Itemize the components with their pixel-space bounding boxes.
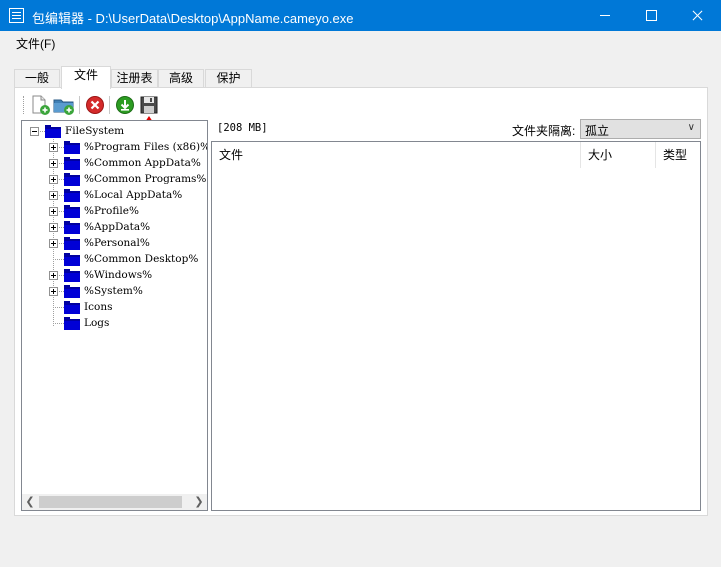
minimize-button[interactable] (582, 0, 628, 31)
folder-icon (64, 301, 80, 314)
tree-label: %AppData% (84, 221, 151, 233)
tree-connector (53, 323, 64, 324)
folder-icon (64, 157, 80, 170)
folder-icon (45, 125, 61, 138)
tree-connector (53, 259, 64, 260)
tree-label: %Local AppData% (84, 189, 183, 201)
collapse-icon[interactable] (30, 127, 39, 136)
tree-item[interactable]: %Common Programs% (22, 171, 207, 187)
folder-icon (64, 269, 80, 282)
isolation-value: 孤立 (585, 124, 610, 138)
menu-bar: 文件(F) (0, 31, 721, 55)
tree-item[interactable]: %Program Files (x86)% (22, 139, 207, 155)
toolbar-separator (79, 96, 80, 114)
expand-icon[interactable] (49, 223, 58, 232)
chevron-down-icon: ∨ (687, 122, 695, 133)
scroll-right-icon[interactable]: ❯ (191, 494, 207, 510)
column-header-size[interactable]: 大小 (581, 142, 656, 168)
tree-item[interactable]: %Local AppData% (22, 187, 207, 203)
column-header-type[interactable]: 类型 (656, 142, 700, 168)
expand-icon[interactable] (49, 271, 58, 280)
horizontal-scrollbar[interactable]: ❮ ❯ (22, 494, 207, 510)
tree-item[interactable]: %System% (22, 283, 207, 299)
file-list[interactable]: 文件 大小 类型 (211, 141, 701, 511)
tab-protection[interactable]: 保护 (205, 69, 252, 88)
tree-label: %Windows% (84, 269, 153, 281)
tree-item[interactable]: %Common AppData% (22, 155, 207, 171)
isolation-select[interactable]: 孤立 ∨ (580, 119, 701, 139)
expand-icon[interactable] (49, 191, 58, 200)
save-icon[interactable] (138, 94, 160, 116)
tree-label: %Common Programs% (84, 173, 207, 185)
add-folder-icon[interactable] (53, 94, 75, 116)
folder-icon (64, 317, 80, 330)
isolation-label: 文件夹隔离: (512, 124, 576, 138)
app-icon (9, 8, 24, 23)
folder-icon (64, 173, 80, 186)
package-size: [208 MB] (217, 122, 268, 134)
folder-icon (64, 205, 80, 218)
expand-icon[interactable] (49, 239, 58, 248)
tab-general[interactable]: 一般 (14, 69, 60, 88)
toolbar-separator (109, 96, 110, 114)
tree-connector (53, 307, 64, 308)
files-tab-page: FileSystem %Program Files (x86)% %Common … (14, 87, 708, 516)
tree-label: Icons (84, 301, 113, 313)
tree-label: %Common Desktop% (84, 253, 199, 265)
tree-label: %System% (84, 285, 143, 297)
tree-item[interactable]: %Profile% (22, 203, 207, 219)
column-header-file[interactable]: 文件 (212, 142, 581, 168)
scroll-left-icon[interactable]: ❮ (22, 494, 38, 510)
tree-item[interactable]: %Common Desktop% (22, 251, 207, 267)
title-bar: 包编辑器 - D:\UserData\Desktop\AppName.camey… (0, 0, 721, 31)
tree-label: %Profile% (84, 205, 139, 217)
tab-advanced[interactable]: 高级 (158, 69, 204, 88)
tree-item[interactable]: %Windows% (22, 267, 207, 283)
tree-label: FileSystem (65, 125, 125, 137)
extract-icon[interactable] (114, 94, 136, 116)
tree-item[interactable]: %AppData% (22, 219, 207, 235)
maximize-button[interactable] (628, 0, 674, 31)
expand-icon[interactable] (49, 175, 58, 184)
expand-icon[interactable] (49, 159, 58, 168)
toolbar-grip (23, 96, 25, 114)
folder-tree[interactable]: FileSystem %Program Files (x86)% %Common … (21, 120, 208, 511)
delete-icon[interactable] (84, 94, 106, 116)
tab-registry[interactable]: 注册表 (111, 69, 158, 88)
folder-icon (64, 189, 80, 202)
expand-icon[interactable] (49, 143, 58, 152)
expand-icon[interactable] (49, 287, 58, 296)
scroll-thumb[interactable] (39, 496, 182, 508)
expand-icon[interactable] (49, 207, 58, 216)
folder-icon (64, 141, 80, 154)
tree-item[interactable]: Logs (22, 315, 207, 331)
tree-label: %Common AppData% (84, 157, 201, 169)
menu-file[interactable]: 文件(F) (10, 35, 61, 52)
tree-label: Logs (84, 317, 110, 329)
folder-icon (64, 237, 80, 250)
tree-label: %Program Files (x86)% (84, 141, 208, 153)
tab-files[interactable]: 文件 (61, 66, 111, 89)
folder-icon (64, 221, 80, 234)
folder-icon (64, 285, 80, 298)
folder-icon (64, 253, 80, 266)
tree-label: %Personal% (84, 237, 150, 249)
window-title: 包编辑器 - D:\UserData\Desktop\AppName.camey… (32, 11, 354, 26)
tree-item[interactable]: Icons (22, 299, 207, 315)
add-file-icon[interactable] (29, 94, 51, 116)
tree-item[interactable]: %Personal% (22, 235, 207, 251)
tree-root[interactable]: FileSystem (22, 123, 207, 139)
close-button[interactable] (674, 0, 720, 31)
